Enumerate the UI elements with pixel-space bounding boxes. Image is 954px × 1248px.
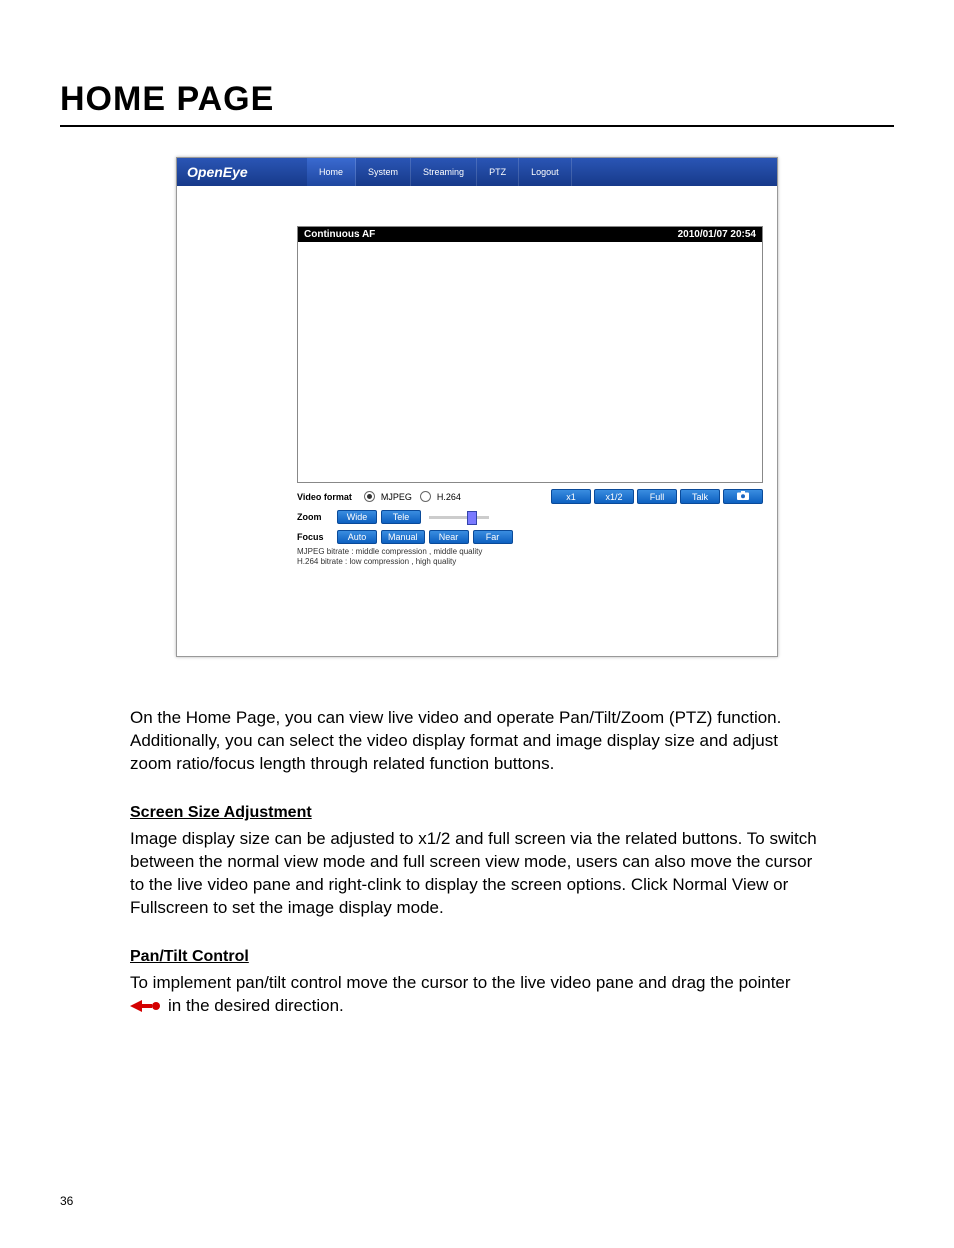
video-status-bar: Continuous AF 2010/01/07 20:54 [297,226,763,242]
row-video-format: Video format MJPEG H.264 x1 x1/2 Full Ta… [297,489,763,504]
tab-streaming[interactable]: Streaming [411,158,477,186]
row-focus: Focus Auto Manual Near Far [297,530,763,544]
x1-button[interactable]: x1 [551,489,591,504]
focus-manual-button[interactable]: Manual [381,530,425,544]
section-screen-size-body: Image display size can be adjusted to x1… [130,828,824,920]
focus-far-button[interactable]: Far [473,530,513,544]
row-zoom: Zoom Wide Tele [297,510,763,524]
zoom-slider[interactable] [429,516,489,519]
status-timestamp: 2010/01/07 20:54 [678,229,756,240]
snapshot-button[interactable] [723,489,763,504]
red-arrow-icon [130,999,162,1013]
status-af: Continuous AF [304,229,375,240]
intro-paragraph: On the Home Page, you can view live vide… [130,707,824,776]
section-pantilt-body: To implement pan/tilt control move the c… [130,972,824,1020]
zoom-slider-thumb[interactable] [467,511,477,525]
zoom-tele-button[interactable]: Tele [381,510,421,524]
pantilt-line1: To implement pan/tilt control move the c… [130,973,791,992]
camera-icon [737,491,749,502]
video-pane[interactable] [297,242,763,483]
talk-button[interactable]: Talk [680,489,720,504]
tab-system[interactable]: System [356,158,411,186]
zoom-label: Zoom [297,512,333,522]
app-screenshot: OpenEye Home System Streaming PTZ Logout… [176,157,778,657]
focus-near-button[interactable]: Near [429,530,469,544]
tab-home[interactable]: Home [307,158,356,186]
bitrate-info: MJPEG bitrate : middle compression , mid… [297,547,763,567]
radio-h264-label: H.264 [437,492,461,502]
focus-auto-button[interactable]: Auto [337,530,377,544]
radio-mjpeg[interactable] [364,491,375,502]
pantilt-line2: in the desired direction. [168,995,344,1018]
sidebar-spacer [177,186,287,656]
app-header: OpenEye Home System Streaming PTZ Logout [177,158,777,186]
bitrate-mjpeg: MJPEG bitrate : middle compression , mid… [297,547,763,557]
size-button-cluster: x1 x1/2 Full Talk [551,489,763,504]
section-screen-size-title: Screen Size Adjustment [130,804,824,822]
focus-label: Focus [297,532,333,542]
zoom-wide-button[interactable]: Wide [337,510,377,524]
video-format-label: Video format [297,492,352,502]
page-number: 36 [60,1194,73,1208]
full-button[interactable]: Full [637,489,677,504]
tab-logout[interactable]: Logout [519,158,572,186]
bitrate-h264: H.264 bitrate : low compression , high q… [297,557,763,567]
section-pantilt-title: Pan/Tilt Control [130,948,824,966]
radio-mjpeg-label: MJPEG [381,492,412,502]
page-title: HOME PAGE [60,80,894,127]
app-body: Continuous AF 2010/01/07 20:54 Video for… [177,186,777,656]
x1-2-button[interactable]: x1/2 [594,489,634,504]
nav-tabs: Home System Streaming PTZ Logout [307,158,777,186]
radio-h264[interactable] [420,491,431,502]
tab-ptz[interactable]: PTZ [477,158,519,186]
logo-openeye: OpenEye [177,158,307,186]
